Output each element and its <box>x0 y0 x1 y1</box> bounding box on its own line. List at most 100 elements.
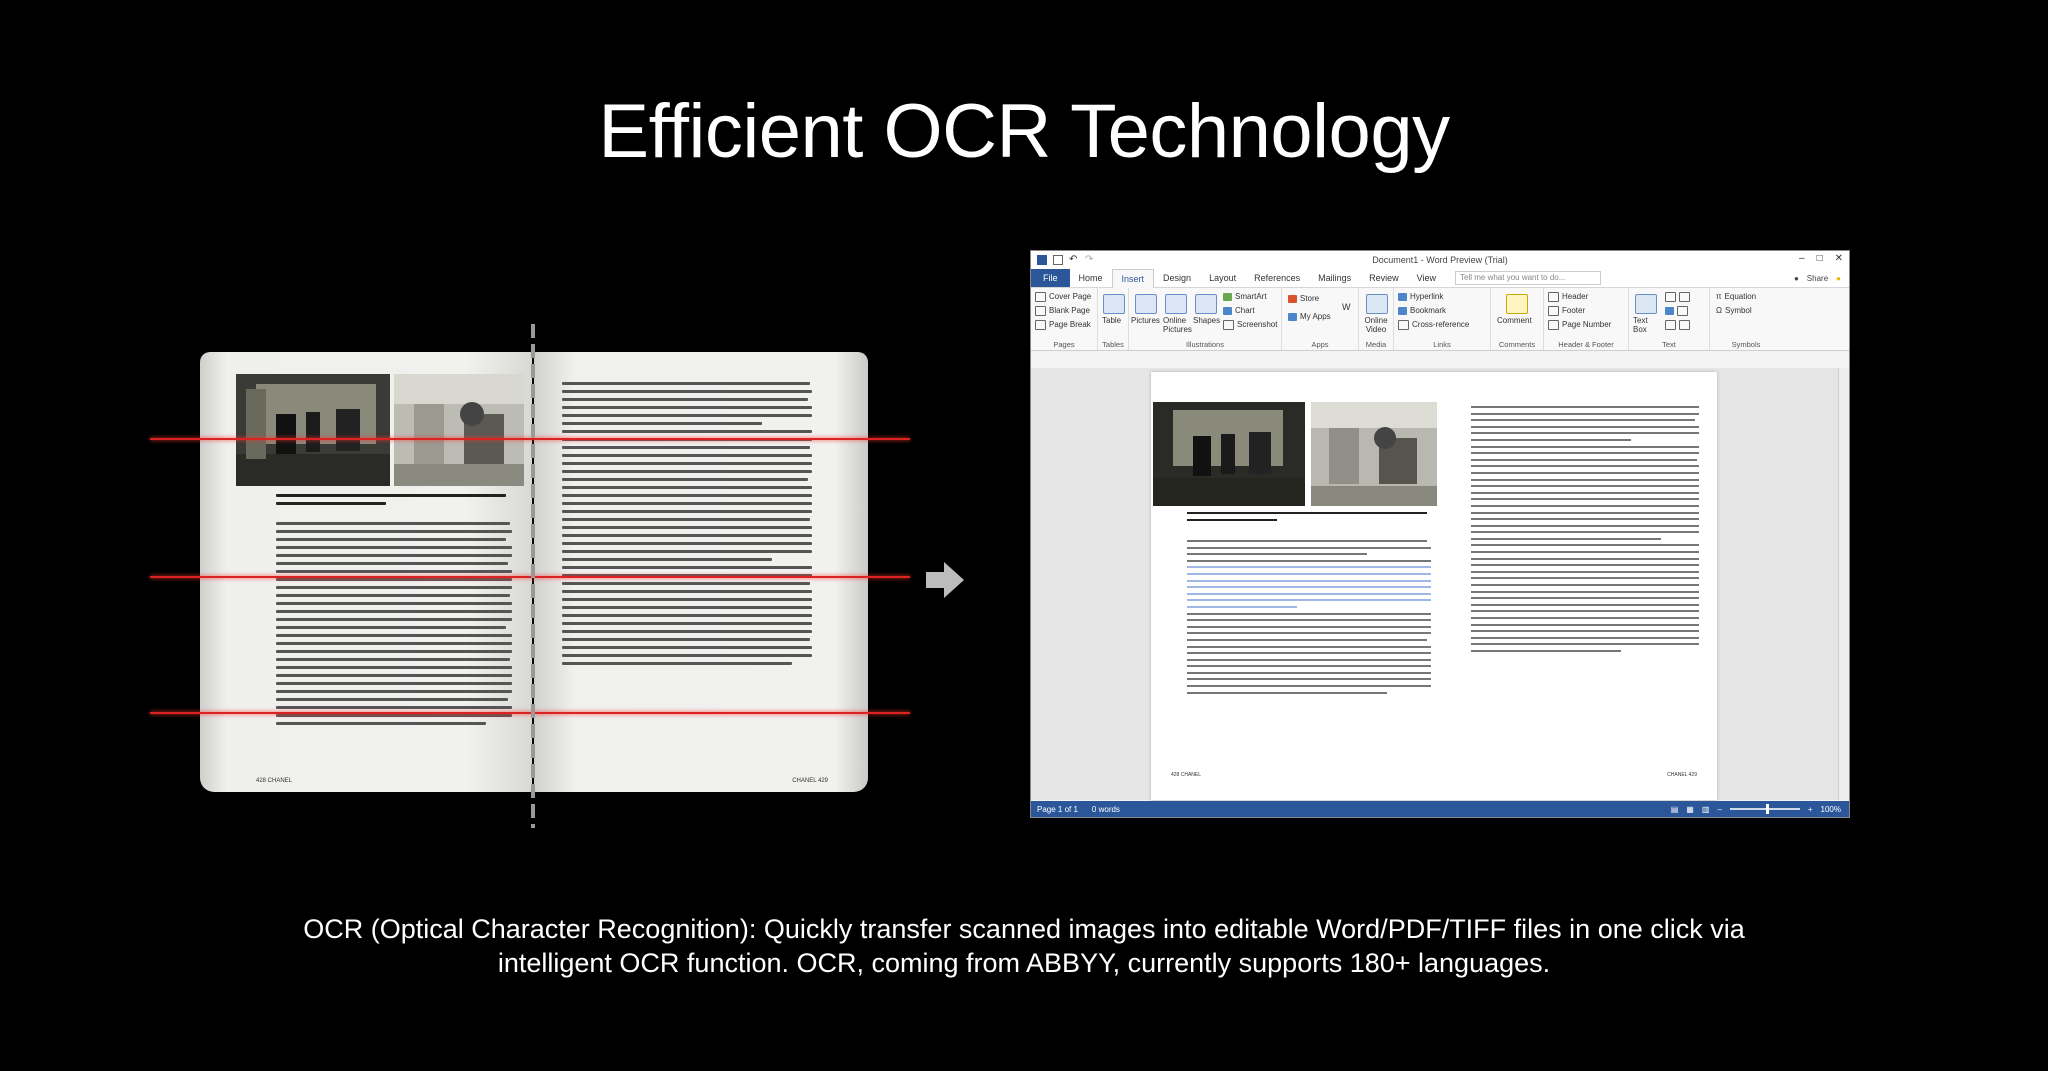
read-mode-icon[interactable]: ▤ <box>1671 805 1679 814</box>
table-icon[interactable] <box>1103 294 1125 314</box>
scan-divider <box>531 324 535 828</box>
header-button[interactable]: Header <box>1548 292 1588 302</box>
tab-insert[interactable]: Insert <box>1111 268 1155 288</box>
book-photo-interior-2 <box>394 374 524 486</box>
caption-line-1: OCR (Optical Character Recognition): Qui… <box>303 914 1745 944</box>
page-count[interactable]: Page 1 of 1 <box>1037 805 1078 814</box>
doc-right-column <box>1471 406 1699 657</box>
page-number-button[interactable]: Page Number <box>1548 320 1611 330</box>
word-count[interactable]: 0 words <box>1092 805 1120 814</box>
quick-parts-icon[interactable] <box>1665 292 1693 302</box>
tab-design[interactable]: Design <box>1154 269 1200 287</box>
lightbulb-icon[interactable]: ● <box>1836 274 1841 283</box>
right-page-text <box>562 382 812 670</box>
tab-layout[interactable]: Layout <box>1200 269 1245 287</box>
online-video-icon[interactable] <box>1366 294 1388 314</box>
tab-review[interactable]: Review <box>1360 269 1408 287</box>
symbol-button[interactable]: Ω Symbol <box>1716 306 1752 315</box>
share-button[interactable]: Share <box>1807 274 1828 283</box>
comment-button[interactable]: Comment <box>1497 316 1532 325</box>
shapes-icon[interactable] <box>1195 294 1217 314</box>
equation-button[interactable]: π Equation <box>1716 292 1756 301</box>
online-pictures-button[interactable]: Online Pictures <box>1163 316 1192 334</box>
table-button[interactable]: Table <box>1102 316 1121 325</box>
wikipedia-icon[interactable]: W <box>1342 302 1351 312</box>
tell-me-input[interactable]: Tell me what you want to do... <box>1455 271 1602 285</box>
slide-caption: OCR (Optical Character Recognition): Qui… <box>200 912 1848 980</box>
ribbon-group-media: Online Video Media <box>1359 288 1394 350</box>
doc-left-column <box>1187 540 1431 698</box>
arrow-right-icon <box>926 562 964 598</box>
online-video-button[interactable]: Online Video <box>1362 316 1390 334</box>
book-right-footer: CHANEL 429 <box>792 778 828 784</box>
ribbon-group-text: Text Box Text <box>1629 288 1710 350</box>
hyperlink-button[interactable]: Hyperlink <box>1398 292 1443 301</box>
shapes-button[interactable]: Shapes <box>1193 316 1220 325</box>
online-pictures-icon[interactable] <box>1165 294 1187 314</box>
page-break-button[interactable]: Page Break <box>1035 320 1091 330</box>
document-area: 428 CHANEL CHANEL 429 <box>1031 368 1839 800</box>
group-label-media: Media <box>1365 340 1387 349</box>
group-label-symbols: Symbols <box>1731 340 1761 349</box>
cross-reference-button[interactable]: Cross-reference <box>1398 320 1469 330</box>
tab-view[interactable]: View <box>1408 269 1445 287</box>
zoom-level[interactable]: 100% <box>1821 805 1841 814</box>
document-page[interactable]: 428 CHANEL CHANEL 429 <box>1151 372 1717 800</box>
comment-icon[interactable] <box>1506 294 1528 314</box>
wordart-icon[interactable] <box>1665 306 1691 316</box>
bookmark-button[interactable]: Bookmark <box>1398 306 1446 315</box>
print-layout-icon[interactable]: ▦ <box>1686 805 1694 814</box>
group-label-links: Links <box>1433 340 1451 349</box>
group-label-tables: Tables <box>1102 340 1124 349</box>
photo-caption-block <box>276 494 516 510</box>
caption-line-2: intelligent OCR function. OCR, coming fr… <box>497 948 1551 978</box>
user-icon[interactable]: ● <box>1794 274 1799 283</box>
word-titlebar: ↶ ↷ Document1 - Word Preview (Trial) – □… <box>1031 251 1849 269</box>
blank-page-button[interactable]: Blank Page <box>1035 306 1090 316</box>
ribbon-group-illustrations: Pictures Online Pictures Shapes SmartArt… <box>1129 288 1282 350</box>
vertical-scrollbar[interactable] <box>1838 368 1849 800</box>
footer-button[interactable]: Footer <box>1548 306 1585 316</box>
insert-ribbon: Cover Page Blank Page Page Break Pages T… <box>1031 288 1849 351</box>
document-title: Document1 - Word Preview (Trial) <box>1372 255 1508 265</box>
pictures-icon[interactable] <box>1135 294 1157 314</box>
ribbon-group-apps: Store My Apps W Apps <box>1282 288 1359 350</box>
ribbon-group-comments: Comment Comments <box>1491 288 1544 350</box>
tab-references[interactable]: References <box>1245 269 1309 287</box>
text-box-icon[interactable] <box>1635 294 1657 314</box>
group-label-header-footer: Header & Footer <box>1558 340 1614 349</box>
book-left-page: 428 CHANEL <box>200 352 532 792</box>
screenshot-button[interactable]: Screenshot <box>1223 320 1277 330</box>
zoom-in-icon[interactable]: + <box>1808 805 1813 814</box>
smartart-button[interactable]: SmartArt <box>1223 292 1267 301</box>
minimize-icon[interactable]: – <box>1799 253 1805 264</box>
web-layout-icon[interactable]: ▥ <box>1702 805 1710 814</box>
text-box-button[interactable]: Text Box <box>1633 316 1657 334</box>
scan-line-3 <box>150 712 910 714</box>
tab-home[interactable]: Home <box>1070 269 1112 287</box>
group-label-illustrations: Illustrations <box>1186 340 1224 349</box>
cover-page-button[interactable]: Cover Page <box>1035 292 1091 302</box>
chart-button[interactable]: Chart <box>1223 306 1255 315</box>
scan-line-2 <box>150 576 910 578</box>
word-window: ↶ ↷ Document1 - Word Preview (Trial) – □… <box>1030 250 1850 818</box>
slide-title: Efficient OCR Technology <box>598 89 1450 174</box>
tab-mailings[interactable]: Mailings <box>1309 269 1360 287</box>
close-icon[interactable]: ✕ <box>1835 253 1843 264</box>
maximize-icon[interactable]: □ <box>1817 253 1823 264</box>
book-left-footer: 428 CHANEL <box>256 778 293 784</box>
my-apps-button[interactable]: My Apps <box>1288 312 1331 321</box>
doc-photo-interior-1 <box>1153 402 1305 506</box>
zoom-out-icon[interactable]: – <box>1717 805 1721 814</box>
store-button[interactable]: Store <box>1288 294 1319 303</box>
ribbon-group-links: Hyperlink Bookmark Cross-reference Links <box>1394 288 1491 350</box>
drop-cap-icon[interactable] <box>1665 320 1693 330</box>
group-label-comments: Comments <box>1498 340 1536 349</box>
scan-line-1 <box>150 438 910 440</box>
zoom-slider[interactable] <box>1729 804 1800 814</box>
group-label-apps: Apps <box>1311 340 1329 349</box>
tab-file[interactable]: File <box>1031 269 1070 287</box>
group-label-pages: Pages <box>1053 340 1075 349</box>
ribbon-group-tables: Table Tables <box>1098 288 1129 350</box>
pictures-button[interactable]: Pictures <box>1131 316 1160 325</box>
